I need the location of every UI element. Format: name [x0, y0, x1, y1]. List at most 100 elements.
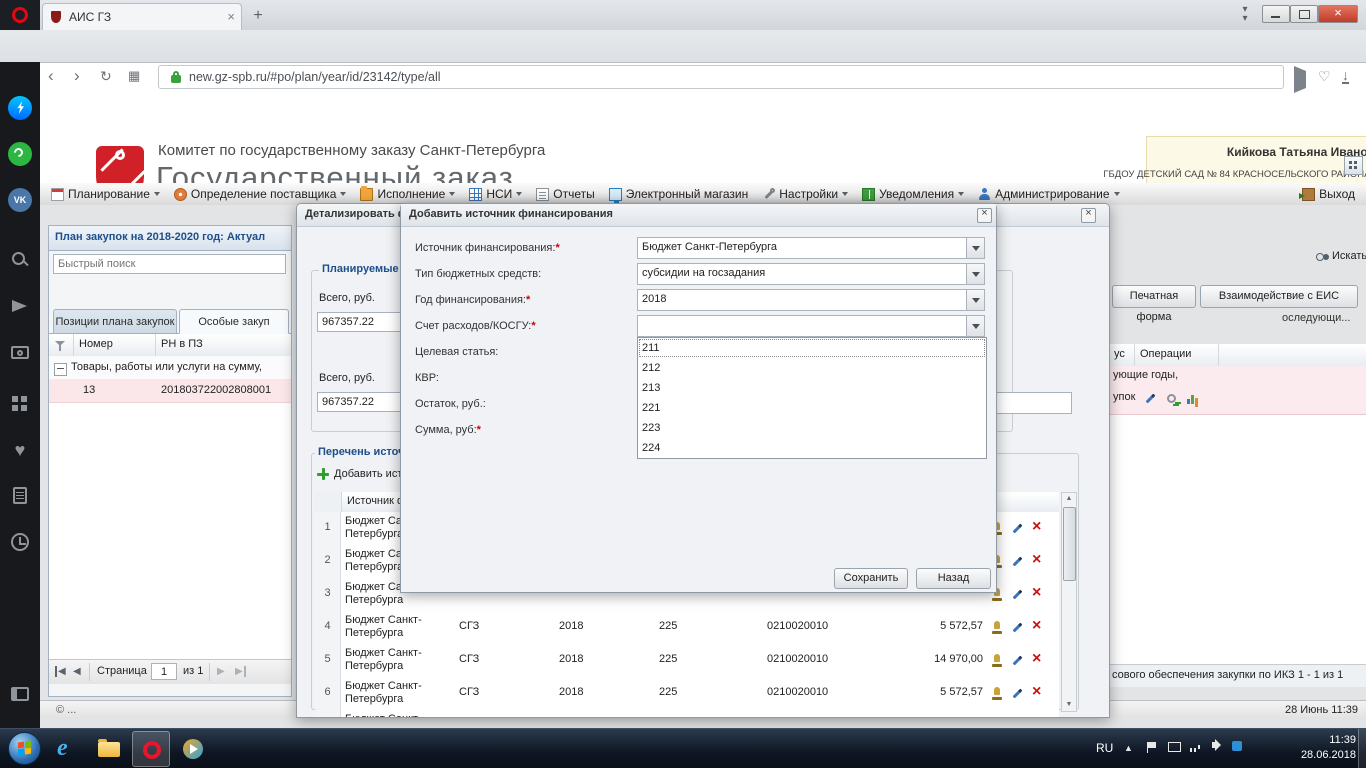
combo-arrow-icon[interactable] — [966, 238, 984, 258]
gear-plus-icon[interactable] — [1166, 392, 1183, 410]
menu-settings[interactable]: Настройки — [755, 183, 855, 205]
new-tab-button[interactable]: + — [246, 5, 270, 27]
hidden-icons-arrow[interactable]: ▲ — [1124, 743, 1133, 753]
combo-arrow-icon[interactable] — [966, 290, 984, 310]
next-years-input[interactable] — [986, 392, 1072, 414]
menu-administration[interactable]: Администрирование — [971, 183, 1126, 205]
whatsapp-icon[interactable] — [8, 142, 32, 166]
edit-icon[interactable] — [1011, 654, 1024, 667]
grid-scrollbar[interactable]: ▲ ▼ — [1061, 492, 1077, 712]
opera-menu-button[interactable] — [0, 0, 40, 30]
network-signal-icon[interactable] — [1190, 742, 1202, 752]
language-indicator[interactable]: RU — [1096, 741, 1113, 755]
url-field[interactable]: new.gz-spb.ru/#po/plan/year/id/23142/typ… — [158, 65, 1284, 89]
delete-icon[interactable] — [1032, 584, 1044, 602]
taskbar-clock[interactable]: 11:39 28.06.2018 — [1300, 733, 1356, 763]
taskbar-media-player-icon[interactable] — [174, 731, 212, 767]
source-row-7[interactable]: 7 Бюджет Санкт-Петербурга СГЗ 2018 340 0… — [315, 710, 1059, 717]
dropdown-option[interactable]: 223 — [638, 418, 986, 438]
delete-icon[interactable] — [1032, 551, 1044, 569]
reload-icon[interactable]: ↻ — [100, 66, 112, 86]
delete-icon[interactable] — [1032, 617, 1044, 635]
stamp-icon[interactable] — [991, 621, 1003, 634]
menu-execution[interactable]: Исполнение — [353, 183, 462, 205]
show-desktop-button[interactable] — [1358, 729, 1366, 768]
menu-eshop[interactable]: Электронный магазин — [602, 183, 755, 205]
year-combobox[interactable]: 2018 — [637, 289, 985, 311]
display-tray-icon[interactable] — [1168, 742, 1181, 752]
dropdown-option[interactable]: 211 — [638, 338, 986, 358]
dropdown-option[interactable]: 212 — [638, 358, 986, 378]
personal-news-icon[interactable] — [8, 484, 32, 508]
taskbar-opera-icon[interactable] — [132, 731, 170, 767]
last-page-icon[interactable]: ▶ — [235, 666, 246, 677]
sidebar-settings-icon[interactable] — [8, 682, 32, 706]
taskbar-ie-icon[interactable]: e — [48, 731, 86, 767]
browser-tab[interactable]: АИС ГЗ × — [42, 3, 242, 31]
stamp-icon[interactable] — [991, 687, 1003, 700]
search-button[interactable]: Искать — [1316, 250, 1366, 262]
edit-icon[interactable] — [1144, 392, 1165, 410]
menu-reports[interactable]: Отчеты — [529, 183, 601, 205]
edit-icon[interactable] — [1011, 522, 1024, 535]
edit-icon[interactable] — [1011, 687, 1024, 700]
kosgu-combobox[interactable] — [637, 315, 985, 337]
column-number[interactable]: Номер — [79, 338, 113, 350]
tab-menu-icon[interactable]: ▾ ▾ — [1236, 5, 1254, 25]
first-page-icon[interactable]: ◀ — [55, 666, 66, 677]
dialog-titlebar[interactable]: Добавить источник финансирования — [401, 204, 996, 227]
speed-dial-icon[interactable]: ▦ — [128, 66, 140, 86]
main-grid-row-fragment[interactable]: ующие годы, упок — [1110, 366, 1366, 415]
menu-nsi[interactable]: НСИ — [462, 183, 529, 205]
notifier-tray-icon[interactable] — [1232, 741, 1242, 751]
source-combobox[interactable]: Бюджет Санкт-Петербурга — [637, 237, 985, 259]
source-row-5[interactable]: 5 Бюджет Санкт- Петербурга СГЗ 2018 225 0… — [315, 644, 1059, 678]
close-window-button[interactable] — [1318, 5, 1358, 23]
edit-icon[interactable] — [1011, 621, 1024, 634]
edit-icon[interactable] — [1011, 555, 1024, 568]
close-icon[interactable] — [1081, 207, 1096, 223]
header-collapse-button[interactable] — [1344, 156, 1363, 175]
tab-plan-positions[interactable]: Позиции плана закупок — [53, 309, 177, 334]
column-funding-source[interactable]: Источник ф — [347, 495, 406, 507]
delete-icon[interactable] — [1032, 650, 1044, 668]
search-icon[interactable] — [8, 248, 32, 272]
column-operations[interactable]: Операции — [1140, 348, 1191, 360]
source-row-4[interactable]: 4 Бюджет Санкт- Петербурга СГЗ 2018 225 0… — [315, 611, 1059, 645]
eis-interaction-button[interactable]: Взаимодействие с ЕИС — [1200, 285, 1358, 308]
taskbar-explorer-icon[interactable] — [90, 731, 128, 767]
close-icon[interactable] — [977, 207, 992, 223]
quick-search-input[interactable] — [53, 254, 286, 274]
menu-exit[interactable]: Выход — [1295, 183, 1362, 205]
minimize-button[interactable] — [1262, 5, 1290, 23]
budget-type-combobox[interactable]: субсидии на госзадания — [637, 263, 985, 285]
forward-icon[interactable]: › — [74, 66, 80, 86]
dropdown-option[interactable]: 224 — [638, 438, 986, 458]
dropdown-option[interactable]: 213 — [638, 378, 986, 398]
edit-icon[interactable] — [1011, 588, 1024, 601]
column-rn[interactable]: РН в ПЗ — [161, 338, 203, 350]
bookmark-heart-icon[interactable]: ♡ — [1318, 68, 1331, 85]
add-source-button[interactable]: Добавить ист — [317, 468, 402, 480]
download-icon[interactable]: ↓ — [1342, 68, 1349, 84]
speed-dial-grid-icon[interactable] — [8, 392, 32, 416]
volume-icon[interactable] — [1212, 739, 1221, 751]
menu-supplier-determination[interactable]: Определение поставщика — [167, 183, 354, 205]
combo-arrow-icon[interactable] — [966, 316, 984, 336]
stamp-icon[interactable] — [991, 654, 1003, 667]
vk-icon[interactable]: VK — [8, 188, 32, 212]
history-icon[interactable] — [8, 530, 32, 554]
menu-notifications[interactable]: Уведомления — [855, 183, 971, 205]
delete-icon[interactable] — [1032, 518, 1044, 536]
combo-arrow-icon[interactable] — [966, 264, 984, 284]
action-center-flag-icon[interactable] — [1147, 742, 1156, 753]
start-button[interactable] — [8, 732, 41, 765]
back-icon[interactable]: ‹ — [48, 66, 54, 86]
source-row-6[interactable]: 6 Бюджет Санкт- Петербурга СГЗ 2018 225 0… — [315, 677, 1059, 711]
save-button[interactable]: Сохранить — [834, 568, 908, 589]
chart-icon[interactable] — [1186, 392, 1198, 410]
collapse-group-icon[interactable] — [54, 361, 67, 379]
tab-special-purchases[interactable]: Особые закуп — [179, 309, 289, 334]
send-to-flow-icon[interactable] — [1294, 66, 1306, 93]
my-flow-icon[interactable] — [8, 294, 32, 318]
